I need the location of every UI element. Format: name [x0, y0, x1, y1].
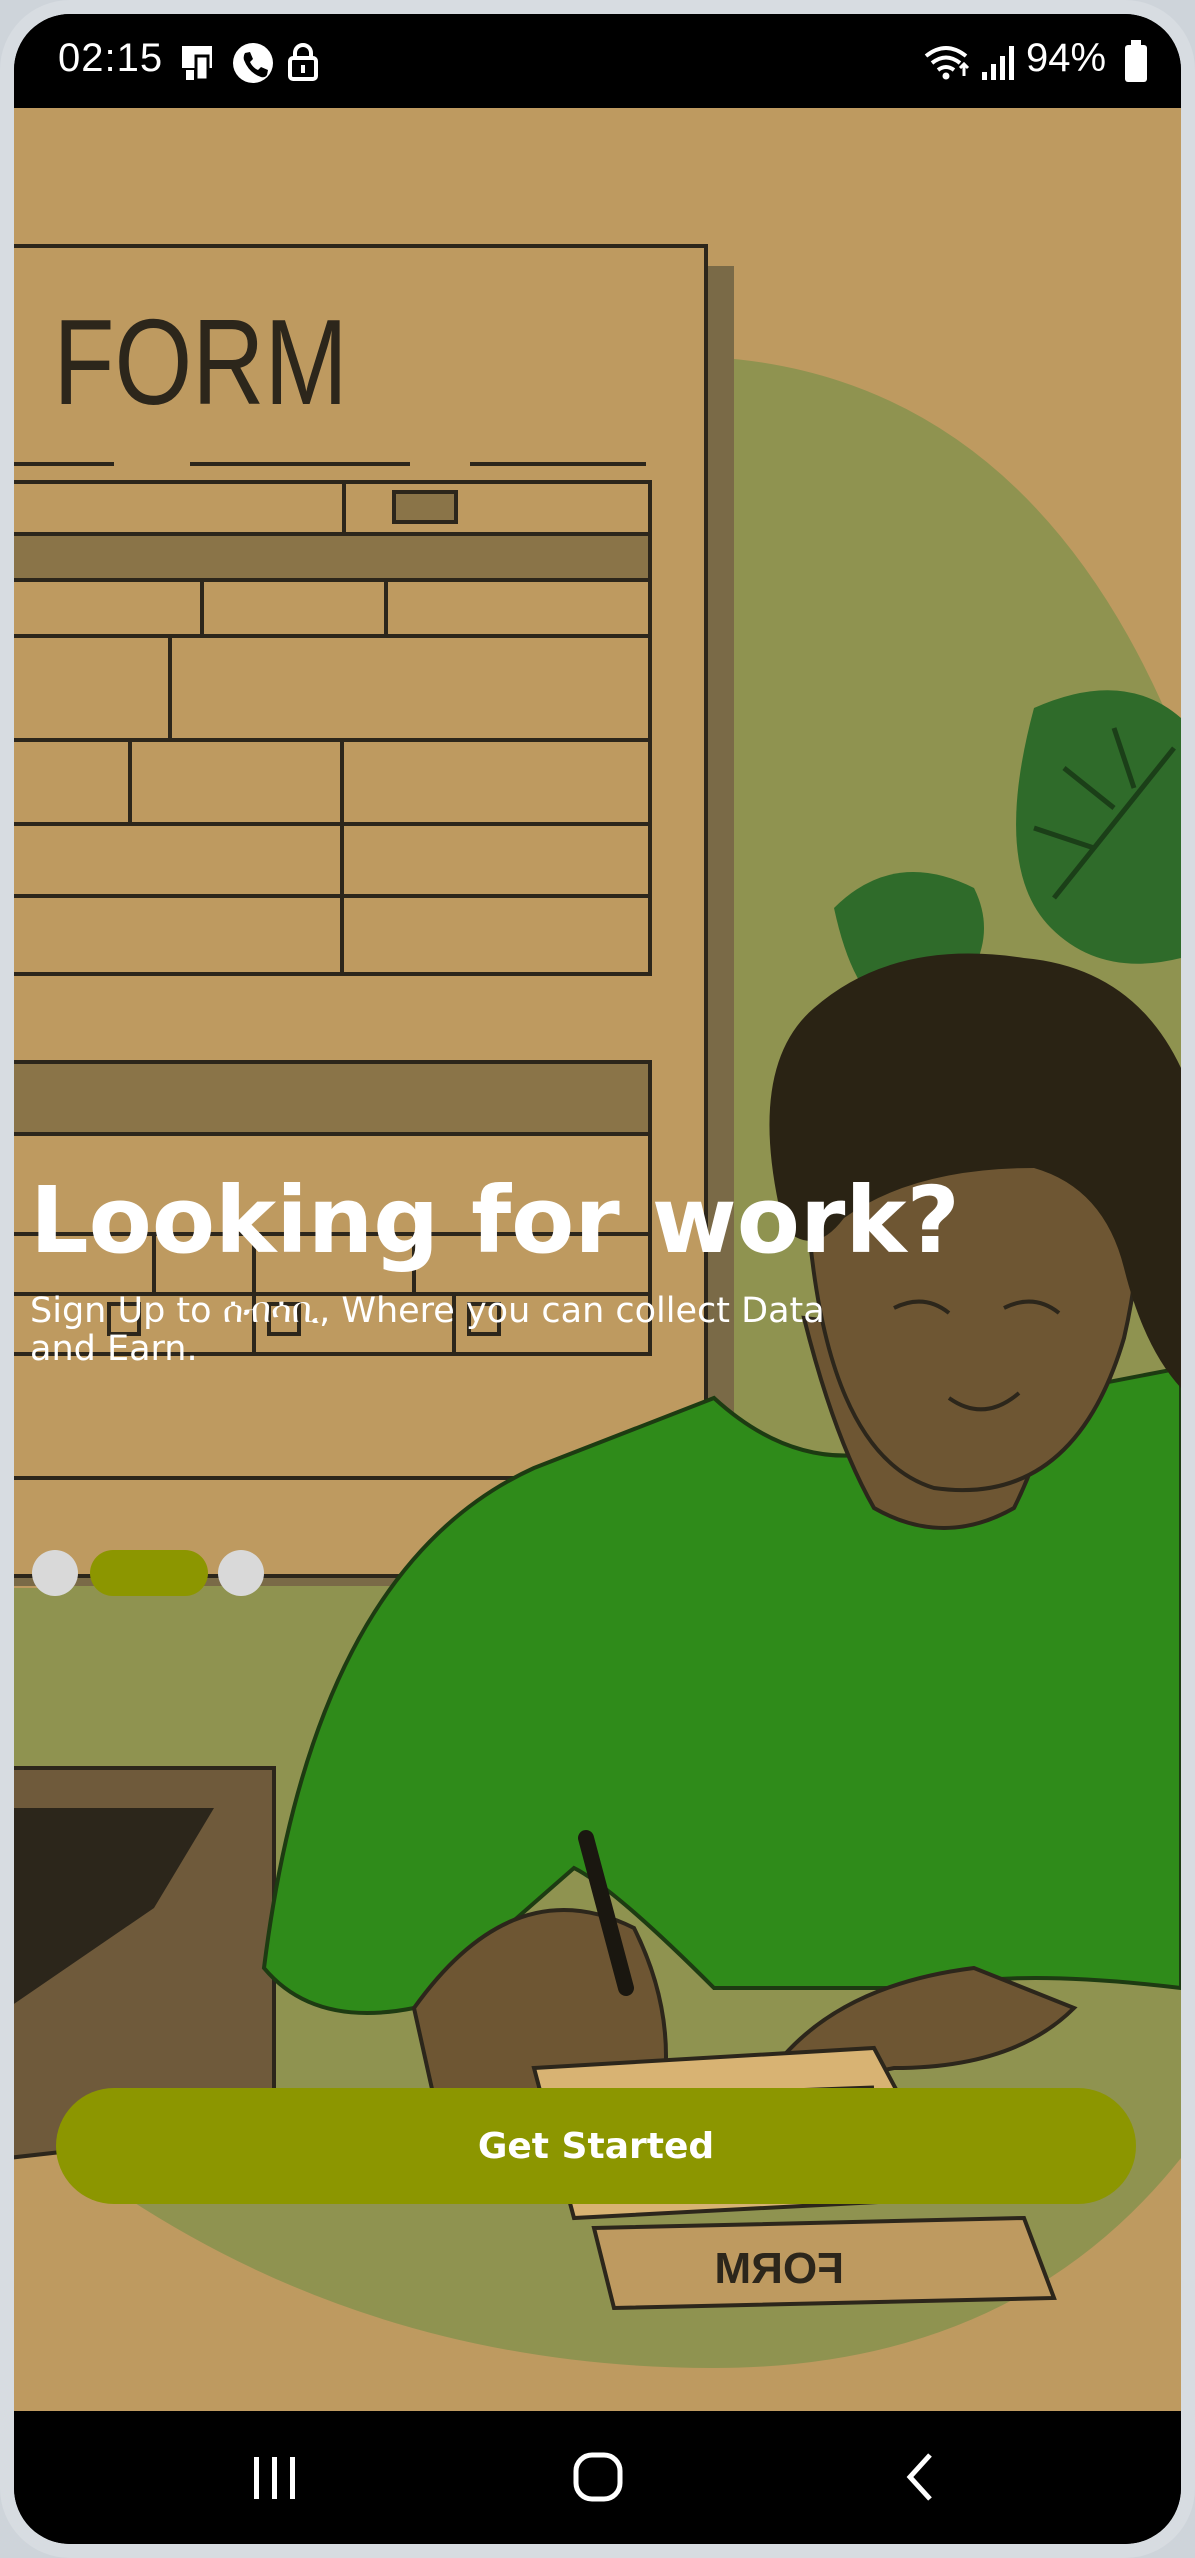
status-bar: 02:15 94%	[14, 14, 1181, 108]
lock-icon	[288, 43, 318, 81]
back-icon[interactable]	[880, 2447, 960, 2507]
battery-icon	[1125, 40, 1147, 82]
page-dot-1[interactable]	[32, 1550, 78, 1596]
page-dot-3[interactable]	[218, 1550, 264, 1596]
recent-apps-icon[interactable]	[236, 2447, 316, 2507]
onboarding-page: FORM FORM Looking for work? Sign Up to ሰ…	[14, 108, 1181, 2411]
get-started-button[interactable]: Get Started	[56, 2088, 1136, 2204]
phone-frame: 02:15 94% FORM FORM Looking for work? Si…	[0, 0, 1195, 2558]
onboarding-headline: Looking for work?	[30, 1167, 960, 1274]
wifi-icon	[924, 46, 970, 80]
status-time: 02:15	[58, 36, 164, 80]
home-icon[interactable]	[558, 2447, 638, 2507]
form-paper-text: FORM	[714, 2244, 844, 2293]
system-navigation-bar	[14, 2411, 1181, 2544]
phone-call-icon	[233, 43, 273, 83]
signal-icon	[982, 46, 1014, 80]
phone-screen: 02:15 94% FORM FORM Looking for work? Si…	[14, 14, 1181, 2544]
battery-percentage: 94%	[1026, 36, 1107, 80]
onboarding-subtitle: Sign Up to ሰብሳቢ, Where you can collect D…	[30, 1291, 825, 1369]
screen-mirror-icon	[182, 46, 212, 82]
page-dot-2-active[interactable]	[90, 1550, 208, 1596]
form-sign-text: FORM	[53, 294, 347, 431]
